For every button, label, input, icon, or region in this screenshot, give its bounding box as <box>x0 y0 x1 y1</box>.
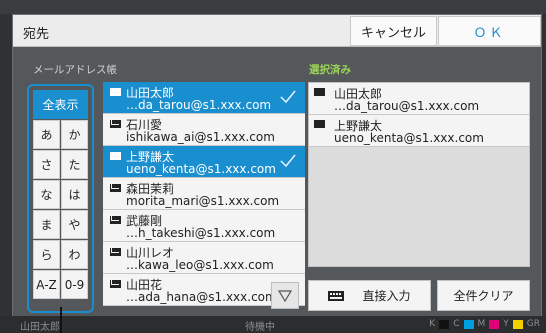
mail-icon <box>314 120 325 128</box>
index-button-09[interactable]: 0-9 <box>61 270 88 299</box>
scroll-down-button[interactable] <box>271 282 299 309</box>
direct-input-button[interactable]: 直接入力 <box>308 280 431 311</box>
ink-y-label: Y <box>503 319 509 329</box>
selected-entry-email: …da_tarou@s1.xxx.com <box>334 99 480 113</box>
index-panel: 全表示 あ か さ た な は ま や ら わ A-Z 0-9 <box>27 84 94 313</box>
ink-m-label: M <box>477 319 486 329</box>
index-button-ra[interactable]: ら <box>33 240 60 269</box>
ok-button[interactable]: ＯＫ <box>438 16 541 46</box>
index-button-sa[interactable]: さ <box>33 150 60 179</box>
entry-email: …kawa_leo@s1.xxx.com <box>126 258 274 272</box>
selected-label: 選択済み <box>309 64 351 76</box>
index-all-button[interactable]: 全表示 <box>33 90 88 119</box>
triangle-down-icon <box>278 289 292 302</box>
mail-icon <box>110 216 121 224</box>
mail-icon <box>314 88 325 96</box>
entry-email: ueno_kenta@s1.xxx.com <box>126 162 276 176</box>
selected-list: 山田太郎 …da_tarou@s1.xxx.com 上野謙太 ueno_kent… <box>308 82 530 267</box>
mail-icon <box>110 88 121 96</box>
index-button-az[interactable]: A-Z <box>33 270 60 299</box>
selected-entry[interactable]: 山田太郎 …da_tarou@s1.xxx.com <box>309 83 529 115</box>
cancel-button[interactable]: キャンセル <box>350 16 437 46</box>
entry-email: …h_takeshi@s1.xxx.com <box>126 226 276 240</box>
status-user: 山田太郎 <box>20 322 60 333</box>
checkmark-icon <box>280 154 296 168</box>
index-button-ka[interactable]: か <box>61 120 88 149</box>
index-button-ma[interactable]: ま <box>33 210 60 239</box>
annotation-pointer-line <box>60 307 62 333</box>
entry-email: ishikawa_ai@s1.xxx.com <box>126 130 275 144</box>
index-button-ha[interactable]: は <box>61 180 88 209</box>
index-button-na[interactable]: な <box>33 180 60 209</box>
mail-icon <box>110 152 121 160</box>
mail-icon <box>110 120 121 128</box>
ink-indicators: K C M Y GR <box>429 319 540 329</box>
direct-input-label: 直接入力 <box>362 289 411 303</box>
status-bar: 山田太郎 待機中 K C M Y GR <box>0 316 546 333</box>
mail-icon <box>110 248 121 256</box>
ink-k-swatch <box>439 319 450 329</box>
index-button-ta[interactable]: た <box>61 150 88 179</box>
keyboard-icon <box>328 290 345 301</box>
address-dialog: 宛先 キャンセル ＯＫ メールアドレス帳 選択済み 全表示 あ か さ た な … <box>12 14 542 318</box>
status-text: 待機中 <box>245 322 275 333</box>
entry-email: …ada_hana@s1.xxx.com <box>126 290 277 304</box>
ink-c-label: C <box>453 319 460 329</box>
selected-entry[interactable]: 上野謙太 ueno_kenta@s1.xxx.com <box>309 115 529 147</box>
address-entry[interactable]: 石川愛 ishikawa_ai@s1.xxx.com <box>103 114 305 146</box>
background-top-strip <box>0 0 546 14</box>
index-button-wa[interactable]: わ <box>61 240 88 269</box>
ink-c-swatch <box>463 319 474 329</box>
ink-gr-label: GR <box>526 319 540 329</box>
address-entry[interactable]: 山川レオ …kawa_leo@s1.xxx.com <box>103 242 305 274</box>
address-book-label: メールアドレス帳 <box>33 64 117 76</box>
index-button-a[interactable]: あ <box>33 120 60 149</box>
dialog-title: 宛先 <box>23 27 50 42</box>
clear-all-button[interactable]: 全件クリア <box>437 280 530 311</box>
ink-m-swatch <box>489 319 500 329</box>
checkmark-icon <box>280 90 296 104</box>
index-button-ya[interactable]: や <box>61 210 88 239</box>
address-entry[interactable]: 上野謙太 ueno_kenta@s1.xxx.com <box>103 146 305 178</box>
address-entry[interactable]: 森田茉莉 morita_mari@s1.xxx.com <box>103 178 305 210</box>
mail-icon <box>110 184 121 192</box>
entry-email: …da_tarou@s1.xxx.com <box>126 98 272 112</box>
selected-entry-email: ueno_kenta@s1.xxx.com <box>334 131 484 145</box>
mail-icon <box>110 280 121 288</box>
ink-y-swatch <box>512 319 523 329</box>
address-entry[interactable]: 武藤剛 …h_takeshi@s1.xxx.com <box>103 210 305 242</box>
entry-email: morita_mari@s1.xxx.com <box>126 194 280 208</box>
dialog-header: 宛先 キャンセル ＯＫ <box>13 15 541 47</box>
address-entry[interactable]: 山田太郎 …da_tarou@s1.xxx.com <box>103 82 305 114</box>
ink-k-label: K <box>429 319 436 329</box>
address-list: 山田太郎 …da_tarou@s1.xxx.com 石川愛 ishikawa_a… <box>103 82 305 314</box>
